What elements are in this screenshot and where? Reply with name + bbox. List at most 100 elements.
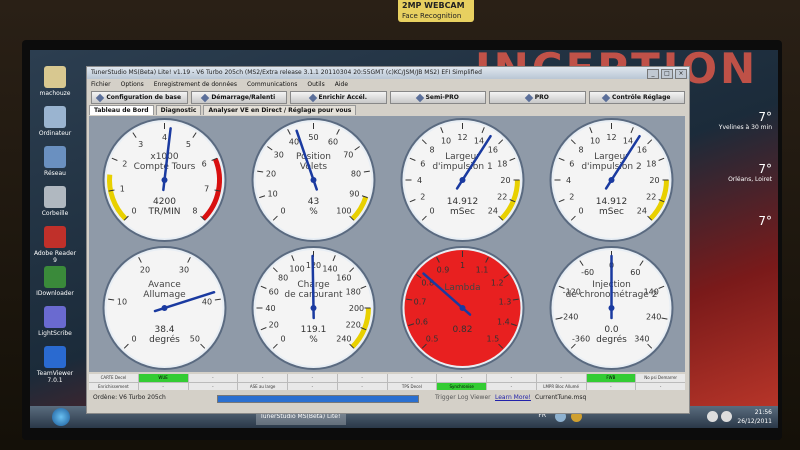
status-indicator: - [288, 374, 337, 382]
desktop-icon[interactable]: LightScribe [32, 306, 78, 337]
weather-temp: 7° [758, 162, 772, 176]
gauge-tick-label: 10 [590, 136, 600, 145]
gauge-tick-label: 16 [637, 146, 647, 155]
needle-hub [608, 177, 615, 183]
desktop-icon-label: Adobe Reader 9 [33, 250, 77, 264]
gauge-tick-label: 0 [281, 334, 286, 343]
gauge-title: Allumage [143, 290, 186, 300]
maximize-button[interactable]: □ [661, 69, 673, 79]
menu-outils[interactable]: Outils [307, 79, 324, 90]
injection-timing-gauge: -360-240-120-60060140240340Injectionde c… [549, 246, 674, 370]
gauge-tick-label: 0.7 [414, 297, 427, 306]
status-indicator: CARTE Decel [89, 374, 138, 382]
toolbar: Configuration de base Démarrage/Ralenti … [87, 90, 689, 105]
gauge-title: Lambda [444, 283, 480, 293]
desktop-icon-label: IDownloader [36, 290, 74, 297]
gauge-tick-label: 240 [646, 312, 661, 321]
weather-widget[interactable]: 7° Orléans, Loiret [704, 162, 772, 183]
gauge-tick-label: 100 [336, 206, 351, 215]
gauge-tick-label: 8 [192, 206, 197, 215]
wrench-icon [601, 93, 611, 102]
gauge-tick-label: 240 [336, 334, 351, 343]
throttle-position-gauge: 010 20 30 40 50 60 70 80 90 100 PositionVolets 43% [251, 118, 376, 242]
desktop-icon[interactable]: Adobe Reader 9 [32, 226, 78, 264]
menu-enregistrement[interactable]: Enregistrement de données [154, 79, 237, 90]
desktop-icon-label: LightScribe [38, 330, 72, 337]
gauge-tick-label: 60 [269, 288, 279, 297]
desktop-icon[interactable]: TeamViewer 7.0.1 [32, 346, 78, 384]
demarrage-ralenti-button[interactable]: Démarrage/Ralenti [190, 91, 287, 104]
gauge-tick-label: 90 [349, 189, 359, 198]
menu-aide[interactable]: Aide [335, 79, 348, 90]
wrench-icon [96, 93, 105, 102]
gauge-tick-label: 60 [630, 268, 640, 277]
gauges-canvas: 012345678x1000Compte Tours4200TR/MIN 0102… [102, 118, 674, 370]
gauge-title: Avance [148, 280, 181, 290]
status-indicator: WUE [138, 374, 188, 382]
status-indicator: - [636, 382, 685, 390]
desktop-icon[interactable]: machouze [32, 66, 78, 97]
desktop-icon[interactable]: Réseau [32, 146, 78, 177]
menu-fichier[interactable]: Fichier [91, 79, 111, 90]
gauge-tick-label: 1 [460, 261, 465, 270]
gauge-tick-label: 100 [289, 264, 304, 273]
wrench-icon [201, 93, 210, 102]
gauge-tick-label: 4 [566, 176, 571, 185]
tab-analyser-ve[interactable]: Analyser VE en Direct / Réglage pour vou… [203, 105, 357, 115]
gauge-tick-label: 7 [204, 184, 209, 193]
app-icon [44, 146, 66, 168]
gauge-unit: % [309, 207, 318, 217]
controle-reglage-button[interactable]: Contrôle Réglage [588, 91, 685, 104]
gauge-tick-label: 60 [328, 138, 338, 147]
weather-temp: 7° [758, 110, 772, 124]
gauge-tick-label: 18 [497, 160, 507, 169]
desktop-icon-label: Ordinateur [38, 130, 72, 137]
clock[interactable]: 21:56 26/12/2011 [737, 408, 772, 426]
wrench-icon [524, 93, 533, 102]
start-button[interactable] [52, 408, 70, 426]
webcam-overlay: 2MP WEBCAM Face Recognition [398, 0, 474, 22]
status-indicator: - [437, 374, 486, 382]
tab-tableau-de-bord[interactable]: Tableau de Bord [89, 105, 154, 115]
status-indicator: - [238, 374, 287, 382]
menu-communications[interactable]: Communications [247, 79, 297, 90]
window-titlebar[interactable]: TunerStudio MS(Beta) Lite! v1.19 - V6 Tu… [87, 67, 689, 79]
gauge-tick-label: 30 [179, 266, 189, 275]
enrichir-accel-button[interactable]: Enrichir Accél. [290, 91, 387, 104]
tunerstudio-window: TunerStudio MS(Beta) Lite! v1.19 - V6 Tu… [86, 66, 690, 414]
gauge-tick-label: 4 [162, 133, 167, 142]
desktop-icon[interactable]: Corbeille [32, 186, 78, 217]
tab-diagnostic[interactable]: Diagnostic [155, 105, 202, 115]
gauge-unit: degrés [596, 334, 627, 345]
gauge-tick-label: 12 [457, 133, 467, 142]
gauge-tick-label: 16 [488, 146, 498, 155]
menu-options[interactable]: Options [121, 79, 144, 90]
config-base-button[interactable]: Configuration de base [91, 91, 188, 104]
minimize-button[interactable]: _ [647, 69, 659, 79]
gauge-tick-label: 2 [122, 160, 127, 169]
gauge-tick-label: 22 [646, 192, 656, 201]
gauge-tick-label: 0.9 [437, 266, 450, 275]
semi-pro-button[interactable]: Semi-PRO [389, 91, 486, 104]
pro-button[interactable]: PRO [489, 91, 586, 104]
gauge-tick-label: 0 [132, 334, 137, 343]
desktop-icon[interactable]: Ordinateur [32, 106, 78, 137]
gauge-tick-label: 40 [289, 138, 299, 147]
gauge-tick-label: 50 [190, 334, 200, 343]
trigger-log-link[interactable]: Trigger Log Viewer [435, 392, 491, 404]
gauge-tick-label: 0 [579, 206, 584, 215]
status-indicator: LMPR Bloc Allumé [536, 382, 586, 390]
gauge-tick-label: 140 [322, 264, 337, 273]
learn-more-link[interactable]: Learn More! [495, 392, 531, 404]
network-icon[interactable] [707, 411, 718, 422]
status-indicator: - [586, 382, 636, 390]
close-button[interactable]: × [675, 69, 687, 79]
gauge-value: 43 [308, 197, 319, 207]
weather-widget[interactable]: 7° [704, 214, 772, 228]
desktop-icon[interactable]: IDownloader [32, 266, 78, 297]
gauge-title: x1000 [150, 152, 179, 162]
gauge-tick-label: 1.4 [497, 317, 510, 326]
status-bar: Ordène: V6 Turbo 205ch Trigger Log Viewe… [89, 392, 685, 404]
weather-widget[interactable]: 7° Yvelines à 30 min [704, 110, 772, 131]
volume-icon[interactable] [721, 411, 732, 422]
